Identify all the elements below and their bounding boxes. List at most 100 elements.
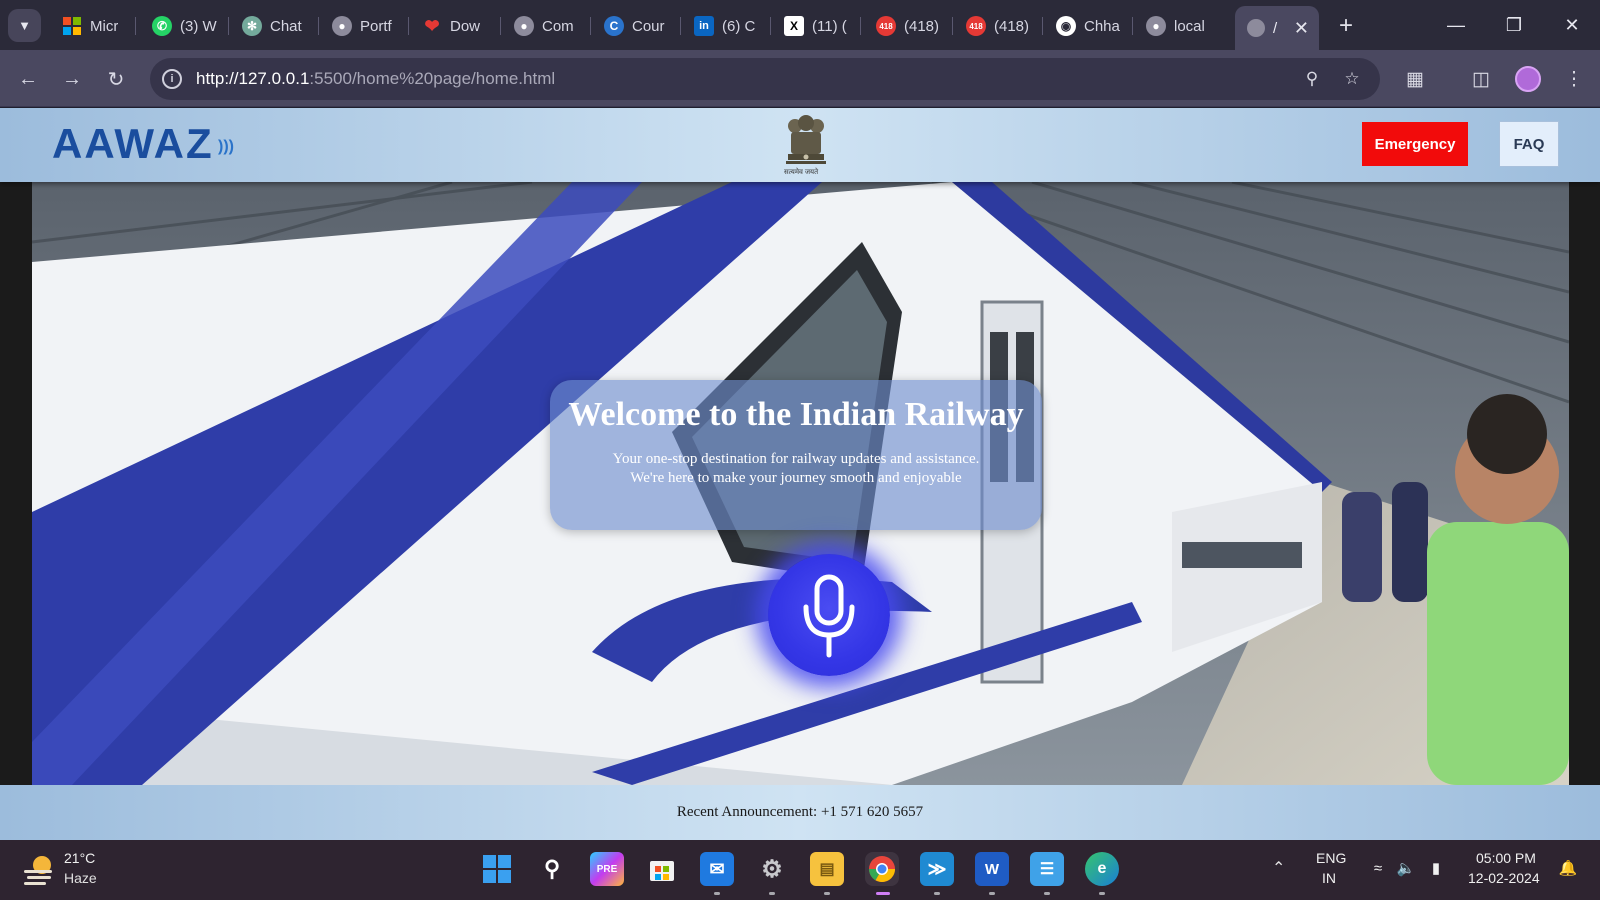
browser-tab[interactable]: 418 (418)	[956, 8, 1038, 44]
arrow-left-icon: ←	[18, 67, 38, 90]
show-hidden-icons-icon[interactable]: ⌃	[1272, 858, 1285, 878]
forward-button[interactable]: →	[56, 63, 88, 95]
chrome-icon[interactable]	[865, 852, 899, 886]
close-window-button[interactable]: ✕	[1552, 8, 1592, 42]
coursera-icon: C	[604, 16, 624, 36]
running-indicator	[1099, 892, 1105, 895]
weather-haze-icon[interactable]	[22, 852, 56, 886]
restore-button[interactable]: ❐	[1494, 8, 1534, 42]
store-icon[interactable]	[645, 852, 679, 886]
tab-label: (6) C	[722, 17, 756, 35]
running-indicator	[769, 892, 775, 895]
tab-divider	[860, 17, 861, 35]
side-panel-icon[interactable]: ◫	[1465, 63, 1497, 95]
browser-tab[interactable]: ● Com	[504, 8, 586, 44]
site-logo[interactable]: AAWAZ	[52, 120, 214, 168]
tab-label: Chat	[270, 17, 302, 35]
active-indicator	[876, 892, 890, 895]
recent-announcement-text: Recent Announcement: +1 571 620 5657	[676, 804, 924, 820]
linkedin-icon: in	[694, 16, 714, 36]
tab-label: (418)	[904, 17, 940, 35]
minimize-button[interactable]: —	[1436, 8, 1476, 42]
tab-divider	[770, 17, 771, 35]
chevron-down-icon: ▼	[18, 18, 31, 33]
menu-icon[interactable]: ⋮	[1558, 63, 1590, 95]
settings-icon[interactable]: ⚙	[755, 852, 789, 886]
wifi-icon[interactable]: ≈	[1366, 856, 1390, 880]
browser-tab[interactable]: ❤ Dow	[412, 8, 494, 44]
clock-date[interactable]: 12-02-2024	[1468, 870, 1540, 886]
hero-section: Welcome to the Indian Railway Your one-s…	[32, 182, 1569, 785]
notification-418-icon: 418	[966, 16, 986, 36]
input-language[interactable]: ENG	[1316, 850, 1346, 866]
tab-label: (11) (	[812, 17, 847, 35]
running-indicator	[714, 892, 720, 895]
running-indicator	[934, 892, 940, 895]
browser-tab[interactable]: ◉ Chha	[1046, 8, 1128, 44]
tab-search-button[interactable]: ▼	[8, 9, 41, 42]
close-tab-icon[interactable]: ✕	[1294, 18, 1309, 39]
vscode-icon[interactable]: ≫	[920, 852, 954, 886]
plus-icon: +	[1338, 12, 1353, 39]
welcome-subtitle-line-2: We're here to make your journey smooth a…	[630, 470, 962, 486]
browser-toolbar: ← → ↻ i http://127.0.0.1:5500/home%20pag…	[0, 50, 1600, 107]
weather-temperature[interactable]: 21°C	[64, 850, 95, 866]
speaker-muted-icon[interactable]: 🔈	[1394, 856, 1418, 880]
input-region[interactable]: IN	[1322, 870, 1336, 886]
browser-tab[interactable]: Micr	[52, 8, 132, 44]
bookmark-star-icon[interactable]: ☆	[1340, 67, 1364, 91]
edge-icon[interactable]: e	[1085, 852, 1119, 886]
x-icon: X	[784, 16, 804, 36]
weather-condition[interactable]: Haze	[64, 870, 97, 886]
url-host: http://127.0.0.1	[196, 69, 310, 88]
notepad-icon[interactable]: ☰	[1030, 852, 1064, 886]
reload-button[interactable]: ↻	[100, 63, 132, 95]
browser-tab[interactable]: X (11) (	[774, 8, 856, 44]
copilot-icon[interactable]: PRE	[590, 852, 624, 886]
start-icon[interactable]	[480, 852, 514, 886]
mail-icon[interactable]: ✉	[700, 852, 734, 886]
new-tab-button[interactable]: +	[1332, 12, 1360, 40]
globe-icon: ●	[514, 16, 534, 36]
site-info-icon[interactable]: i	[162, 69, 182, 89]
clock-time[interactable]: 05:00 PM	[1476, 850, 1536, 866]
running-indicator	[824, 892, 830, 895]
browser-tab-strip: ▼ Micr ✆ (3) W ✻ Chat ● Portf ❤ Dow ● Co…	[0, 0, 1600, 50]
zoom-icon[interactable]: ⚲	[1300, 67, 1324, 91]
browser-tab[interactable]: ✆ (3) W	[142, 8, 224, 44]
browser-tab[interactable]: 418 (418)	[866, 8, 948, 44]
tab-divider	[680, 17, 681, 35]
back-button[interactable]: ←	[12, 63, 44, 95]
running-indicator	[989, 892, 995, 895]
close-icon: ✕	[1564, 14, 1580, 35]
profile-avatar[interactable]	[1515, 66, 1541, 92]
site-footer: Recent Announcement: +1 571 620 5657	[0, 785, 1600, 840]
url-text[interactable]: http://127.0.0.1:5500/home%20page/home.h…	[196, 69, 555, 89]
address-bar[interactable]: i http://127.0.0.1:5500/home%20page/home…	[150, 58, 1380, 100]
tab-label: Com	[542, 17, 574, 35]
emergency-button[interactable]: Emergency	[1362, 122, 1468, 166]
running-indicator	[1044, 892, 1050, 895]
tab-divider	[408, 17, 409, 35]
file-explorer-icon[interactable]: ▤	[810, 852, 844, 886]
chatgpt-icon: ✻	[242, 16, 262, 36]
reload-icon: ↻	[107, 68, 125, 91]
battery-icon[interactable]: ▮	[1424, 856, 1448, 880]
browser-tab[interactable]: C Cour	[594, 8, 676, 44]
sound-waves-icon: )))	[218, 138, 234, 155]
word-icon[interactable]: W	[975, 852, 1009, 886]
browser-tab[interactable]: ● Portf	[322, 8, 402, 44]
tab-label: Dow	[450, 17, 481, 35]
browser-tab[interactable]: ● local	[1136, 8, 1220, 44]
faq-button[interactable]: FAQ	[1499, 121, 1559, 167]
extensions-icon[interactable]: ▦	[1399, 63, 1431, 95]
tab-label: (3) W	[180, 17, 217, 35]
browser-tab[interactable]: ✻ Chat	[232, 8, 312, 44]
whatsapp-icon: ✆	[152, 16, 172, 36]
browser-tab[interactable]: in (6) C	[684, 8, 766, 44]
search-icon[interactable]: ⚲	[535, 852, 569, 886]
active-browser-tab[interactable]: / ✕	[1235, 6, 1319, 50]
voice-input-button[interactable]	[768, 554, 890, 676]
tab-label: Portf	[360, 17, 392, 35]
notification-bell-icon[interactable]: 🔔	[1556, 856, 1580, 880]
